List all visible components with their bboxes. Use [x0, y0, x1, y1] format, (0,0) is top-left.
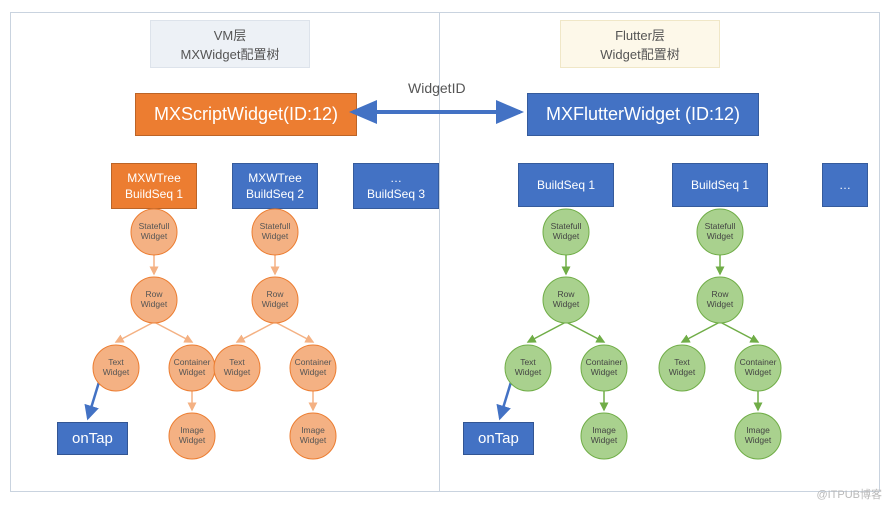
seq-vm-3: … BuildSeq 3: [353, 163, 439, 209]
header-vm-line1: VM层: [165, 25, 295, 44]
ontap-vm: onTap: [57, 422, 128, 455]
header-fl-line2: Widget配置树: [575, 44, 705, 63]
mxflutterwidget-box: MXFlutterWidget (ID:12): [527, 93, 759, 136]
widgetid-label: WidgetID: [408, 80, 466, 96]
seq-vm-3-l2: BuildSeq 3: [364, 186, 428, 202]
seq-vm-1: MXWTree BuildSeq 1: [111, 163, 197, 209]
seq-vm-2: MXWTree BuildSeq 2: [232, 163, 318, 209]
mxscriptwidget-box: MXScriptWidget(ID:12): [135, 93, 357, 136]
seq-vm-1-l2: BuildSeq 1: [122, 186, 186, 202]
seq-fl-1: BuildSeq 1: [518, 163, 614, 207]
seq-vm-2-l1: MXWTree: [243, 170, 307, 186]
header-flutter: Flutter层 Widget配置树: [560, 20, 720, 68]
seq-vm-1-l1: MXWTree: [122, 170, 186, 186]
header-fl-line1: Flutter层: [575, 25, 705, 44]
header-vm: VM层 MXWidget配置树: [150, 20, 310, 68]
ontap-fl: onTap: [463, 422, 534, 455]
header-vm-line2: MXWidget配置树: [165, 44, 295, 63]
seq-fl-3: …: [822, 163, 868, 207]
watermark: @ITPUB博客: [816, 486, 882, 502]
seq-vm-3-l1: …: [364, 170, 428, 186]
seq-fl-2: BuildSeq 1: [672, 163, 768, 207]
seq-vm-2-l2: BuildSeq 2: [243, 186, 307, 202]
